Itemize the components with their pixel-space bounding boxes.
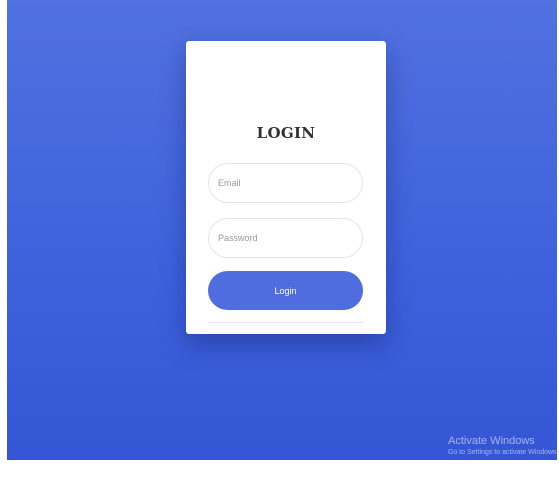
login-button[interactable]: Login: [208, 271, 363, 310]
password-input[interactable]: [208, 218, 363, 258]
divider: [208, 322, 363, 323]
email-input[interactable]: [208, 163, 363, 203]
login-title: LOGIN: [256, 124, 316, 142]
watermark-subtitle: Go to Settings to activate Windows.: [448, 449, 557, 456]
login-card: LOGIN Login: [186, 41, 386, 334]
activate-windows-watermark: Activate Windows Go to Settings to activ…: [448, 435, 557, 458]
watermark-title: Activate Windows: [448, 435, 535, 447]
login-screen: LOGIN Login Activate Windows Go to Setti…: [7, 0, 557, 460]
